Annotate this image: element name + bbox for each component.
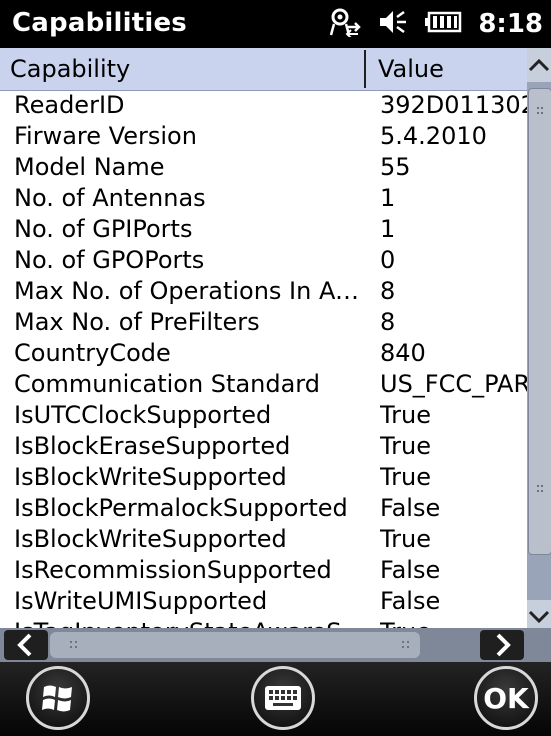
capability-name: IsUTCClockSupported: [14, 401, 272, 429]
ok-button[interactable]: OK: [474, 666, 538, 730]
capability-value: True: [380, 432, 431, 460]
grip-icon: [70, 641, 409, 648]
capability-name: IsTagInventoryStateAwareSin...: [14, 618, 366, 628]
list-item[interactable]: No. of Antennas 1: [0, 184, 527, 215]
capability-value: 8: [380, 277, 396, 305]
capability-name: Model Name: [14, 153, 165, 181]
capability-name: CountryCode: [14, 339, 171, 367]
capability-value: True: [380, 525, 431, 553]
capability-value: False: [380, 494, 441, 522]
chevron-left-icon: [17, 633, 32, 657]
list-item[interactable]: ReaderID 392D01130201: [0, 91, 527, 122]
list-item[interactable]: No. of GPOPorts 0: [0, 246, 527, 277]
list-item[interactable]: No. of GPIPorts 1: [0, 215, 527, 246]
capability-name: No. of Antennas: [14, 184, 206, 212]
list-item[interactable]: IsWriteUMISupported False: [0, 587, 527, 618]
list-item[interactable]: IsBlockPermalockSupported False: [0, 494, 527, 525]
battery-icon[interactable]: [424, 11, 462, 37]
capability-name: IsBlockWriteSupported: [14, 463, 287, 491]
speaker-icon[interactable]: [378, 8, 408, 40]
clock-time[interactable]: 8:18: [478, 9, 543, 39]
capability-name: IsBlockEraseSupported: [14, 432, 291, 460]
capability-name: Max No. of PreFilters: [14, 308, 260, 336]
capability-value: 840: [380, 339, 426, 367]
chevron-up-icon: [528, 58, 550, 72]
capabilities-screen: Capabilities 8:18 Capability Value Reade…: [0, 0, 551, 736]
title-bar: Capabilities 8:18: [0, 0, 551, 48]
windows-start-icon: [42, 685, 72, 712]
column-header-value[interactable]: Value: [378, 48, 444, 90]
column-divider[interactable]: [364, 50, 366, 88]
scroll-right-button[interactable]: [480, 630, 524, 660]
grip-icon: [537, 107, 543, 492]
keyboard-icon: [265, 686, 301, 710]
capability-name: Max No. of Operations In Acce...: [14, 277, 366, 305]
scroll-up-button[interactable]: [527, 48, 551, 82]
scroll-left-button[interactable]: [4, 630, 48, 660]
capability-name: IsBlockPermalockSupported: [14, 494, 348, 522]
capability-value: 1: [380, 184, 396, 212]
capability-value: False: [380, 587, 441, 615]
window-title: Capabilities: [12, 8, 187, 38]
capability-name: No. of GPOPorts: [14, 246, 205, 274]
capability-name: IsBlockWriteSupported: [14, 525, 287, 553]
capability-name: No. of GPIPorts: [14, 215, 193, 243]
list-item[interactable]: Max No. of Operations In Acce... 8: [0, 277, 527, 308]
column-header-capability[interactable]: Capability: [10, 48, 130, 90]
capability-name: ReaderID: [14, 91, 125, 119]
list-header: Capability Value: [0, 48, 551, 91]
capability-value: 5.4.2010: [380, 122, 487, 150]
softkey-bar: OK: [0, 662, 551, 736]
capability-name: Communication Standard: [14, 370, 320, 398]
capability-name: Firware Version: [14, 122, 197, 150]
list-item[interactable]: CountryCode 840: [0, 339, 527, 370]
list-item[interactable]: IsRecommissionSupported False: [0, 556, 527, 587]
list-item[interactable]: IsBlockEraseSupported True: [0, 432, 527, 463]
ok-button-label: OK: [483, 681, 529, 715]
list-item[interactable]: IsBlockWriteSupported True: [0, 525, 527, 556]
capability-value: 392D01130201: [380, 91, 527, 119]
capability-value: 1: [380, 215, 396, 243]
keyboard-button[interactable]: [251, 666, 315, 730]
capability-value: US_FCC_PART: [380, 370, 527, 398]
list-item[interactable]: Max No. of PreFilters 8: [0, 308, 527, 339]
horizontal-scroll-thumb[interactable]: [50, 632, 420, 658]
capability-name: IsWriteUMISupported: [14, 587, 268, 615]
capability-value: True: [380, 463, 431, 491]
list-item[interactable]: Communication Standard US_FCC_PART: [0, 370, 527, 401]
horizontal-scrollbar[interactable]: [0, 628, 527, 662]
capability-name: IsRecommissionSupported: [14, 556, 332, 584]
vertical-scrollbar[interactable]: [527, 48, 551, 634]
capability-value: True: [380, 618, 527, 628]
list-item[interactable]: IsUTCClockSupported True: [0, 401, 527, 432]
capability-value: 8: [380, 308, 396, 336]
capability-value: False: [380, 556, 441, 584]
list-item[interactable]: Model Name 55: [0, 153, 527, 184]
capability-value: 55: [380, 153, 411, 181]
capabilities-list: ReaderID 392D01130201 Firware Version 5.4.…: [0, 91, 527, 628]
capability-value: 0: [380, 246, 396, 274]
list-item[interactable]: IsTagInventoryStateAwareSin... True: [0, 618, 527, 628]
vertical-scroll-thumb[interactable]: [528, 88, 551, 555]
scrollbar-corner: [527, 628, 551, 662]
start-button[interactable]: [26, 666, 90, 730]
list-item[interactable]: Firware Version 5.4.2010: [0, 122, 527, 153]
connectivity-icon[interactable]: [328, 7, 362, 41]
status-area[interactable]: 8:18: [328, 8, 543, 40]
capability-value: True: [380, 401, 431, 429]
chevron-right-icon: [496, 633, 511, 657]
list-item[interactable]: IsBlockWriteSupported True: [0, 463, 527, 494]
